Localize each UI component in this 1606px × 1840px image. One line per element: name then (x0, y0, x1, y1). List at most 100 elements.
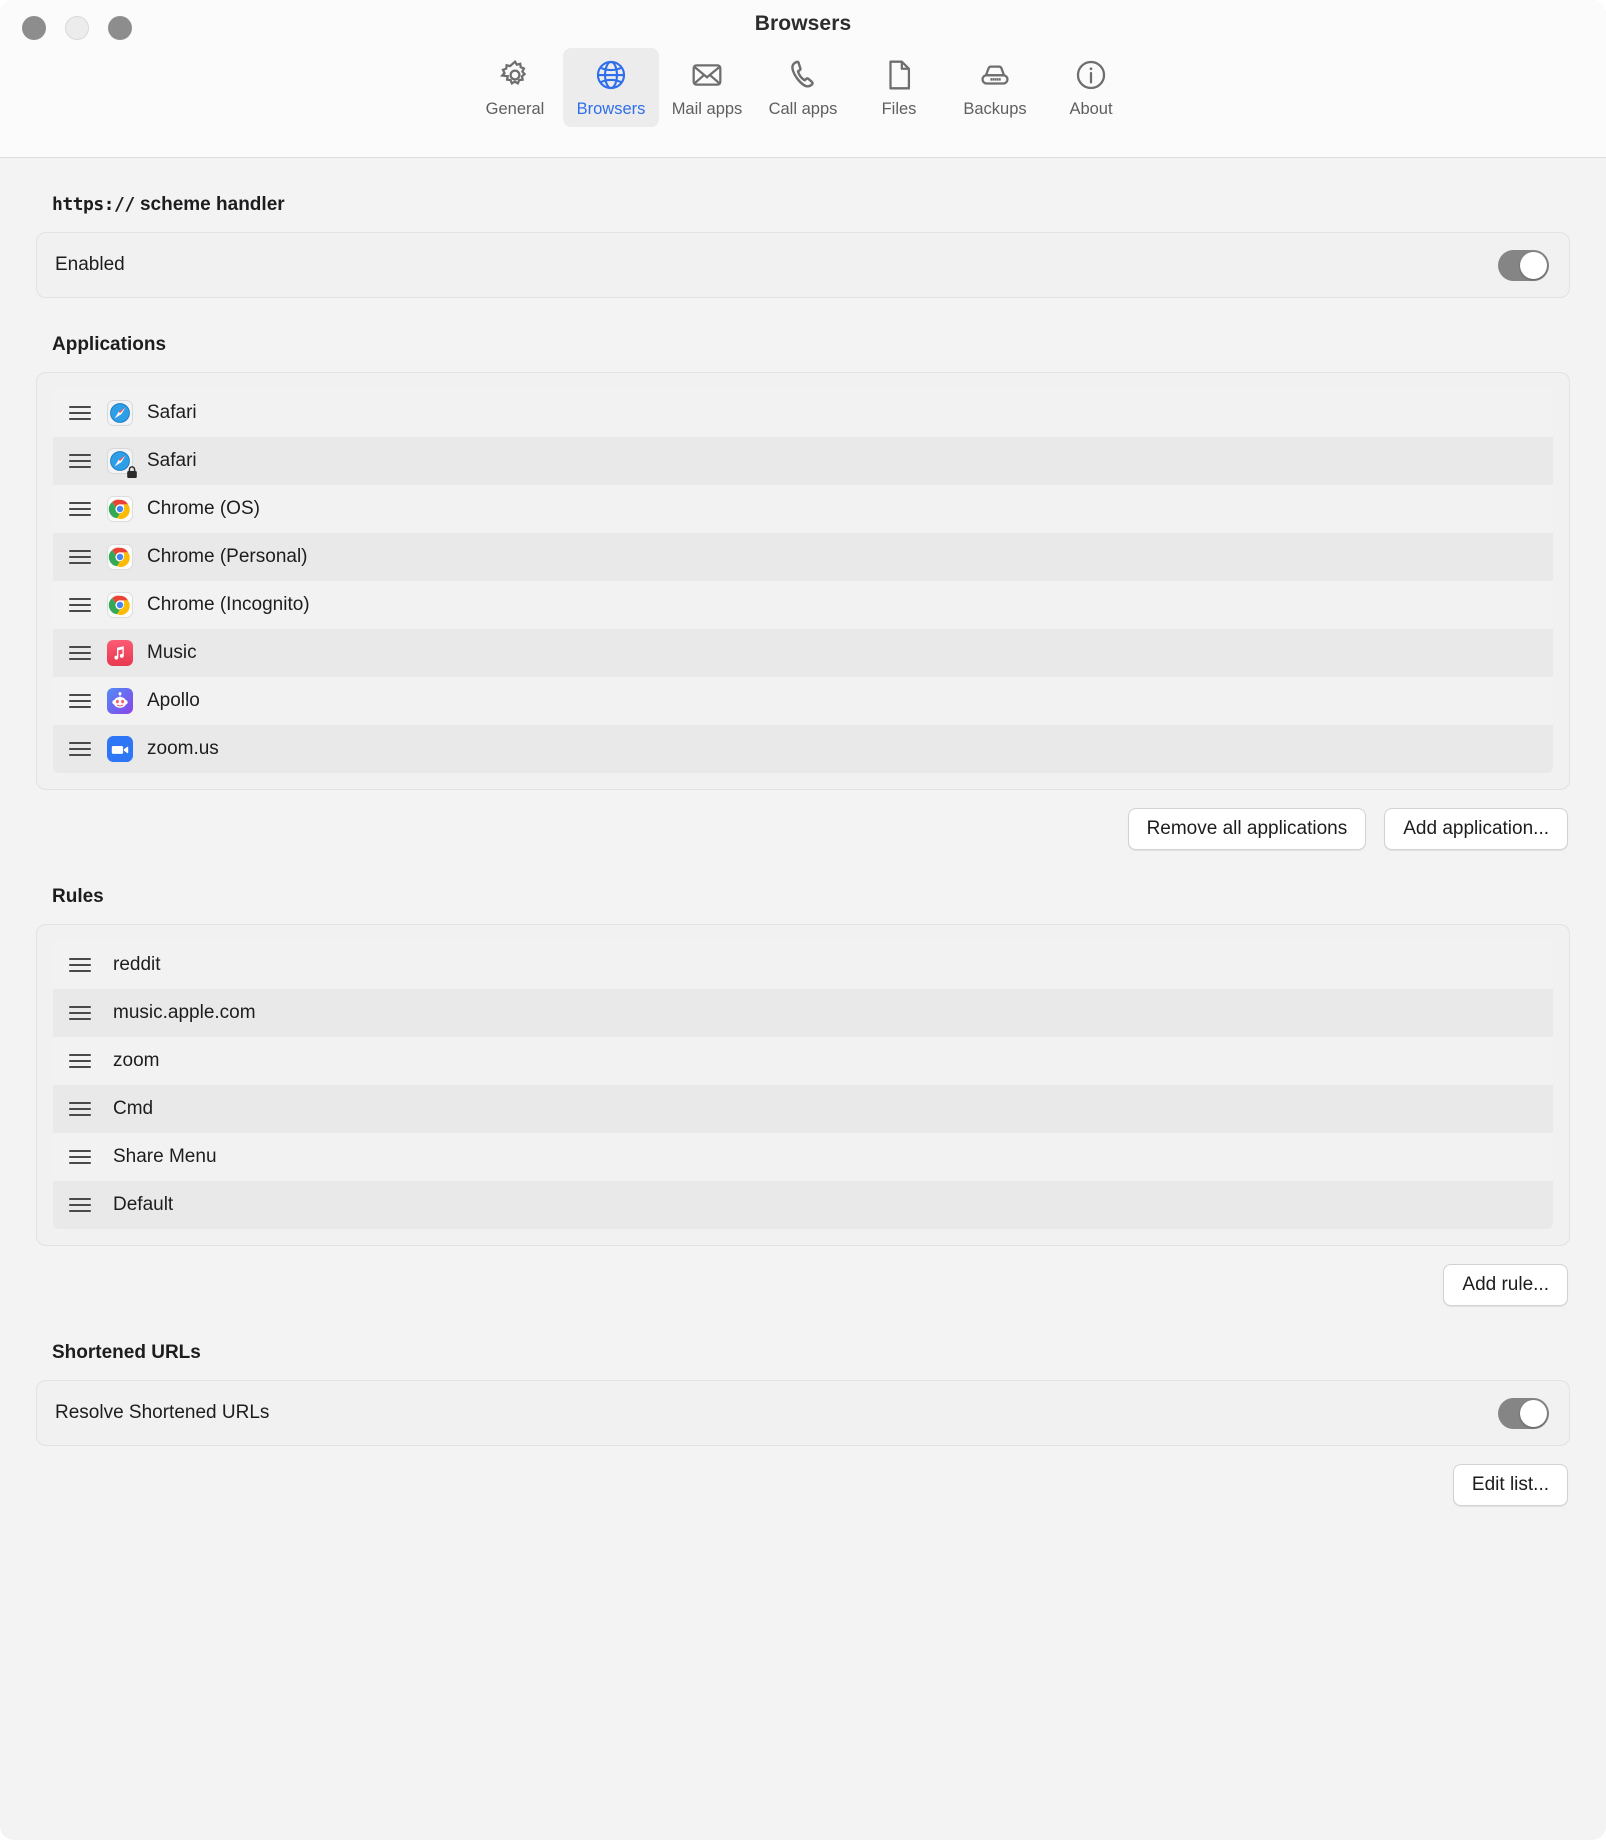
tab-browsers-label: Browsers (576, 100, 646, 118)
enabled-row: Enabled (37, 233, 1569, 297)
applications-list: Safari Safari Chrome (OS) Chrome (Person… (53, 389, 1553, 773)
list-item[interactable]: Music (53, 629, 1553, 677)
toggle-knob (1520, 1399, 1547, 1427)
list-item-label: Chrome (Personal) (147, 546, 308, 567)
drag-handle-icon[interactable] (69, 1150, 91, 1164)
list-item[interactable]: Apollo (53, 677, 1553, 725)
list-item-label: Cmd (113, 1098, 154, 1119)
drag-handle-icon[interactable] (69, 742, 91, 756)
zoom-icon (107, 736, 133, 762)
tab-general-label: General (485, 100, 545, 118)
tab-backups-label: Backups (963, 100, 1027, 118)
tab-mail-apps[interactable]: Mail apps (659, 48, 755, 127)
shortened-urls-panel: Resolve Shortened URLs (36, 1380, 1570, 1446)
applications-heading: Applications (52, 334, 167, 355)
list-item-label: reddit (113, 954, 161, 975)
apollo-icon (107, 688, 133, 714)
add-rule-button[interactable]: Add rule... (1443, 1264, 1568, 1306)
add-application-button[interactable]: Add application... (1384, 808, 1568, 850)
titlebar: Browsers General Browsers Mail apps Call… (0, 0, 1606, 158)
safari-private-icon (107, 448, 137, 478)
list-item[interactable]: Chrome (OS) (53, 485, 1553, 533)
list-item[interactable]: zoom (53, 1037, 1553, 1085)
rules-panel: reddit music.apple.com zoom Cmd Share Me… (36, 924, 1570, 1246)
list-item[interactable]: Share Menu (53, 1133, 1553, 1181)
applications-panel: Safari Safari Chrome (OS) Chrome (Person… (36, 372, 1570, 790)
scheme-handler-heading-mono: https:// (52, 194, 135, 215)
list-item[interactable]: Safari (53, 389, 1553, 437)
scheme-handler-panel: Enabled (36, 232, 1570, 298)
remove-all-applications-button[interactable]: Remove all applications (1127, 808, 1367, 850)
safari-icon (107, 400, 133, 426)
rules-heading: Rules (52, 886, 104, 907)
tab-general[interactable]: General (467, 48, 563, 127)
list-item-label: Share Menu (113, 1146, 217, 1167)
chrome-icon (107, 544, 133, 570)
list-item[interactable]: Chrome (Incognito) (53, 581, 1553, 629)
list-item[interactable]: Cmd (53, 1085, 1553, 1133)
drag-handle-icon[interactable] (69, 1102, 91, 1116)
list-item-label: zoom.us (147, 738, 219, 759)
drive-icon (978, 57, 1012, 93)
drag-handle-icon[interactable] (69, 406, 91, 420)
tab-files[interactable]: Files (851, 48, 947, 127)
tab-backups[interactable]: Backups (947, 48, 1043, 127)
gear-icon (498, 57, 532, 93)
envelope-icon (690, 57, 724, 93)
resolve-shortened-urls-toggle[interactable] (1498, 1397, 1549, 1429)
list-item-label: zoom (113, 1050, 160, 1071)
settings-window: Browsers General Browsers Mail apps Call… (0, 0, 1606, 1840)
list-item-label: Music (147, 642, 197, 663)
list-item-label: Chrome (OS) (147, 498, 260, 519)
tab-about-label: About (1069, 100, 1113, 118)
list-item[interactable]: zoom.us (53, 725, 1553, 773)
drag-handle-icon[interactable] (69, 646, 91, 660)
enabled-toggle[interactable] (1498, 249, 1549, 281)
list-item-label: Chrome (Incognito) (147, 594, 310, 615)
shortened-urls-heading: Shortened URLs (52, 1342, 201, 1363)
tab-mail-apps-label: Mail apps (671, 100, 743, 118)
lock-icon (125, 465, 139, 479)
drag-handle-icon[interactable] (69, 1198, 91, 1212)
scheme-handler-heading: https:// scheme handler (52, 194, 1570, 216)
drag-handle-icon[interactable] (69, 454, 91, 468)
music-icon (107, 640, 133, 666)
toolbar: General Browsers Mail apps Call apps Fil… (0, 48, 1606, 127)
list-item[interactable]: Default (53, 1181, 1553, 1229)
list-item[interactable]: Safari (53, 437, 1553, 485)
list-item[interactable]: Chrome (Personal) (53, 533, 1553, 581)
chrome-icon (107, 496, 133, 522)
drag-handle-icon[interactable] (69, 958, 91, 972)
tab-browsers[interactable]: Browsers (563, 48, 659, 127)
drag-handle-icon[interactable] (69, 1054, 91, 1068)
drag-handle-icon[interactable] (69, 694, 91, 708)
tab-call-apps-label: Call apps (768, 100, 838, 118)
drag-handle-icon[interactable] (69, 550, 91, 564)
rules-list: reddit music.apple.com zoom Cmd Share Me… (53, 941, 1553, 1229)
shortened-urls-button-row: Edit list... (36, 1464, 1570, 1506)
list-item-label: Default (113, 1194, 174, 1215)
applications-button-row: Remove all applications Add application.… (36, 808, 1570, 850)
list-item[interactable]: reddit (53, 941, 1553, 989)
chrome-icon (107, 592, 133, 618)
drag-handle-icon[interactable] (69, 1006, 91, 1020)
scheme-handler-heading-rest: scheme handler (134, 194, 285, 215)
window-title: Browsers (754, 12, 852, 35)
toggle-knob (1520, 251, 1547, 279)
tab-call-apps[interactable]: Call apps (755, 48, 851, 127)
resolve-shortened-urls-label: Resolve Shortened URLs (55, 1402, 270, 1423)
list-item[interactable]: music.apple.com (53, 989, 1553, 1037)
list-item-label: music.apple.com (113, 1002, 256, 1023)
list-item-label: Safari (147, 402, 197, 423)
document-icon (882, 57, 916, 93)
list-item-label: Apollo (147, 690, 200, 711)
drag-handle-icon[interactable] (69, 598, 91, 612)
drag-handle-icon[interactable] (69, 502, 91, 516)
tab-files-label: Files (881, 100, 917, 118)
edit-list-button[interactable]: Edit list... (1452, 1464, 1568, 1506)
list-item-label: Safari (147, 450, 197, 471)
enabled-label: Enabled (55, 254, 125, 275)
info-icon (1074, 57, 1108, 93)
phone-icon (786, 57, 820, 93)
tab-about[interactable]: About (1043, 48, 1139, 127)
